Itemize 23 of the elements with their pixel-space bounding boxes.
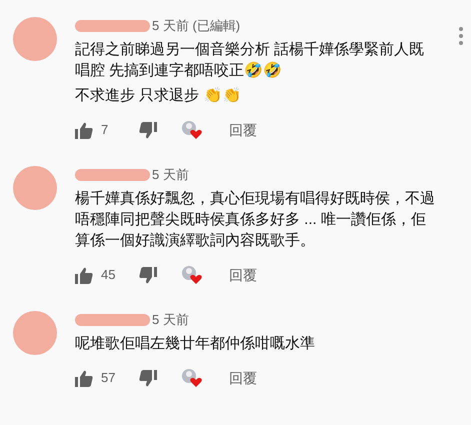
comment-text: 記得之前睇過另一個音樂分析 話楊千嬅係學緊前人既唱腔 先搞到連字都唔咬正🤣🤣 [75,40,426,81]
comment-time: 5 天前 [152,166,189,184]
thumbs-up-icon[interactable] [75,266,93,284]
thumbs-up-icon[interactable] [75,122,93,138]
reply-button[interactable]: 回覆 [229,120,257,140]
creator-heart-icon [181,120,203,140]
reply-button[interactable]: 回覆 [229,368,257,388]
comment-text: 不求進步 只求退步 👏👏 [75,86,242,106]
thumbs-up-icon[interactable] [75,370,93,386]
comment-time: 5 天前 [152,311,189,330]
thumbs-down-icon[interactable] [139,122,157,138]
like-count: 57 [101,369,116,388]
comment-time: 5 天前 (已編輯) [152,17,240,36]
more-options-icon[interactable] [459,27,463,45]
like-count: 7 [101,121,110,140]
thumbs-down-icon[interactable] [139,370,157,386]
like-count: 45 [101,266,116,284]
reply-button[interactable]: 回覆 [229,264,257,286]
creator-heart-icon [181,265,203,285]
creator-heart-icon [181,368,203,388]
thumbs-down-icon[interactable] [139,266,157,284]
comment-text: 楊千嬅真係好飄忽，真心佢現場有唱得好既時侯，不過唔穩陣同把聲尖既時侯真係多好多 ... 唯一讚佢係，佢算係一個好識演繹歌詞內容既歌手。 [75,189,436,251]
comment-text: 呢堆歌佢唱左幾廿年都仲係咁嘅水準 [75,334,316,354]
